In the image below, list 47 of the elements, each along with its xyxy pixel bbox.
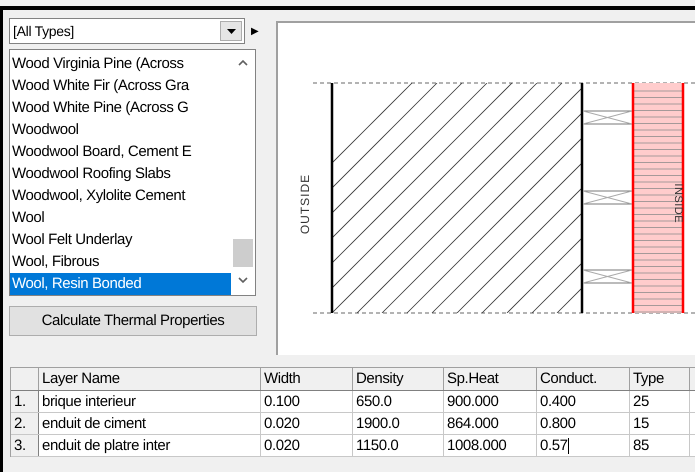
table-cell-text: 0.020: [264, 414, 300, 434]
material-item[interactable]: Wool, Fibrous: [10, 251, 231, 273]
scroll-up-icon[interactable]: [237, 58, 249, 66]
material-item[interactable]: Wood White Pine (Across G: [10, 97, 231, 119]
material-item[interactable]: Wool, Resin Bonded: [10, 273, 231, 295]
table-cell-text: 1150.0: [356, 436, 398, 456]
table-cell-text: enduit de ciment: [42, 414, 146, 434]
table-cell-text: 0.800: [540, 414, 576, 434]
text-cursor: [568, 438, 569, 454]
table-cell-text: 25: [633, 392, 649, 412]
material-item[interactable]: Wool: [10, 207, 231, 229]
row-number: 3.: [11, 435, 39, 456]
column-header[interactable]: Density: [353, 368, 444, 390]
table-cell-text: 0.57: [540, 436, 568, 456]
row-number: 1.: [11, 391, 39, 412]
table-cell-text: 864.000: [447, 414, 498, 434]
table-cell-text: 0.100: [264, 392, 300, 412]
scroll-thumb[interactable]: [233, 239, 253, 267]
table-cell-text: brique interieur: [42, 392, 136, 412]
column-header[interactable]: Layer Name: [39, 368, 261, 390]
table-cell-text: enduit de platre inter: [42, 436, 170, 456]
table-cell-text: 900.000: [447, 392, 498, 412]
column-header[interactable]: Sp.Heat: [444, 368, 537, 390]
calculate-button[interactable]: Calculate Thermal Properties: [9, 306, 257, 336]
material-item[interactable]: Woodwool Board, Cement E: [10, 141, 231, 163]
column-header[interactable]: Conduct.: [537, 368, 630, 390]
table-cell-text: 0.020: [264, 436, 300, 456]
column-header[interactable]: Width: [261, 368, 353, 390]
material-item[interactable]: Woodwool, Xylolite Cement: [10, 185, 231, 207]
material-item[interactable]: Wool Felt Underlay: [10, 229, 231, 251]
type-dropdown[interactable]: [All Types]: [9, 18, 245, 44]
material-item[interactable]: Wood Virginia Pine (Across: [10, 53, 231, 75]
table-cell-text: 0.400: [540, 392, 576, 412]
table-cell-text: 650.0: [356, 392, 392, 412]
table-cell-text: 1008.000: [447, 436, 506, 456]
inside-label: INSIDE: [671, 183, 686, 224]
table-cell-text: 1900.0: [356, 414, 400, 434]
row-number: 2.: [11, 413, 39, 434]
table-cell-text: 85: [633, 436, 649, 456]
next-arrow[interactable]: ▶: [251, 24, 259, 38]
scroll-down-icon[interactable]: [237, 276, 249, 284]
material-item[interactable]: Woodwool: [10, 119, 231, 141]
material-item[interactable]: Woodwool Roofing Slabs: [10, 163, 231, 185]
column-header[interactable]: Type: [630, 368, 690, 390]
outside-label: OUTSIDE: [297, 174, 314, 234]
table-cell-text: 15: [633, 414, 649, 434]
material-item[interactable]: Wood White Fir (Across Gra: [10, 75, 231, 97]
